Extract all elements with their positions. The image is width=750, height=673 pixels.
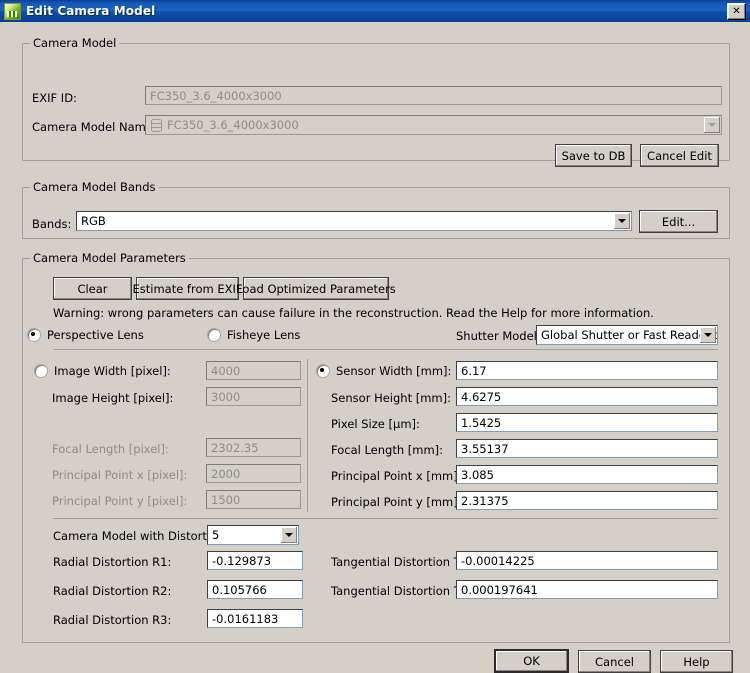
radial-r1-label: Radial Distortion R1: [53,555,172,569]
shutter-model-label: Shutter Model: [456,329,541,343]
shutter-model-combo[interactable]: Global Shutter or Fast Readout [536,325,718,345]
tangential-t1-field[interactable]: -0.00014225 [456,551,718,570]
principal-point-y-mm-field[interactable]: 2.31375 [456,491,718,510]
exif-id-field: FC350_3.6_4000x3000 [145,86,722,105]
sensor-height-field[interactable]: 4.6275 [456,387,718,406]
radio-dot-icon [207,328,221,342]
image-width-label: Image Width [pixel]: [54,364,171,378]
principal-point-x-pixel-label: Principal Point x [pixel]: [52,468,188,482]
radio-image-size-units[interactable]: Image Width [pixel]: [34,364,171,378]
camera-model-legend: Camera Model [30,37,120,49]
tangential-t1-label: Tangential Distortion T1: [331,555,472,569]
radial-r1-field[interactable]: -0.129873 [207,551,303,570]
clear-button[interactable]: Clear [53,277,132,300]
focal-length-mm-label: Focal Length [mm]: [331,443,444,457]
pixel-size-field[interactable]: 1.5425 [456,413,718,432]
radio-fisheye-lens-label: Fisheye Lens [227,328,301,342]
chevron-down-icon[interactable] [614,213,630,229]
sensor-width-label: Sensor Width [mm]: [336,364,452,378]
chevron-down-icon[interactable] [700,327,716,343]
bands-edit-button[interactable]: Edit... [639,210,718,233]
focal-length-mm-field[interactable]: 3.55137 [456,439,718,458]
radio-dot-icon [316,364,330,378]
radio-sensor-size-units[interactable]: Sensor Width [mm]: [316,364,451,378]
radial-r2-label: Radial Distortion R2: [53,584,172,598]
sensor-width-field[interactable]: 6.17 [456,361,718,380]
dialog-client-area: Camera Model EXIF ID: FC350_3.6_4000x300… [0,22,750,673]
camera-model-name-label: Camera Model Name: [32,120,157,134]
principal-point-x-pixel-field: 2000 [206,464,301,483]
bands-label: Bands: [32,217,72,231]
image-height-label: Image Height [pixel]: [52,391,174,405]
section-separator [53,349,718,350]
title-bar[interactable]: Edit Camera Model ✕ [0,0,750,22]
principal-point-y-pixel-field: 1500 [206,490,301,509]
cancel-edit-button[interactable]: Cancel Edit [640,144,719,167]
radio-perspective-lens[interactable]: Perspective Lens [27,328,144,342]
bands-combo[interactable]: RGB [76,211,632,231]
radio-fisheye-lens[interactable]: Fisheye Lens [207,328,300,342]
chevron-down-icon [704,117,720,133]
principal-point-y-mm-label: Principal Point y [mm]: [331,495,462,509]
radio-dot-icon [27,328,41,342]
window-title: Edit Camera Model [26,4,156,18]
sensor-height-label: Sensor Height [mm]: [331,391,451,405]
distortion-separator [53,518,718,519]
column-separator [307,359,308,512]
focal-length-pixel-field: 2302.35 [206,438,301,457]
cancel-button[interactable]: Cancel [578,650,651,673]
principal-point-x-mm-field[interactable]: 3.085 [456,465,718,484]
radial-r3-field[interactable]: -0.0161183 [207,609,303,628]
ok-button[interactable]: OK [494,649,569,673]
camera-model-icon [4,2,21,20]
close-icon[interactable]: ✕ [727,3,746,20]
radio-perspective-lens-label: Perspective Lens [47,328,144,342]
principal-point-y-pixel-label: Principal Point y [pixel]: [52,494,188,508]
shutter-model-value: Global Shutter or Fast Readout [541,328,718,342]
camera-model-parameters-legend: Camera Model Parameters [30,252,189,264]
radial-r3-label: Radial Distortion R3: [53,613,172,627]
image-height-field: 3000 [206,387,301,406]
pixel-size-label: Pixel Size [µm]: [331,417,420,431]
help-button[interactable]: Help [660,650,733,673]
radial-r2-field[interactable]: 0.105766 [207,580,303,599]
database-icon [151,118,162,132]
estimate-from-exif-button[interactable]: Estimate from EXIF [132,277,243,300]
distortion-count-value: 5 [212,528,220,542]
camera-model-name-value: FC350_3.6_4000x3000 [167,118,299,132]
camera-model-bands-legend: Camera Model Bands [30,181,159,193]
principal-point-x-mm-label: Principal Point x [mm]: [331,469,462,483]
focal-length-pixel-label: Focal Length [pixel]: [52,442,169,456]
tangential-t2-label: Tangential Distortion T2: [331,584,472,598]
image-width-field: 4000 [206,361,301,380]
exif-id-label: EXIF ID: [32,91,77,105]
bands-value: RGB [81,214,106,228]
parameters-warning-text: Warning: wrong parameters can cause fail… [53,306,654,320]
load-optimized-parameters-button[interactable]: Load Optimized Parameters [236,277,396,300]
camera-model-name-combo: FC350_3.6_4000x3000 [145,115,722,135]
chevron-down-icon[interactable] [281,527,297,543]
save-to-db-button[interactable]: Save to DB [555,144,632,167]
distortion-count-combo[interactable]: 5 [207,525,299,545]
tangential-t2-field[interactable]: 0.000197641 [456,580,718,599]
radio-dot-icon [34,364,48,378]
